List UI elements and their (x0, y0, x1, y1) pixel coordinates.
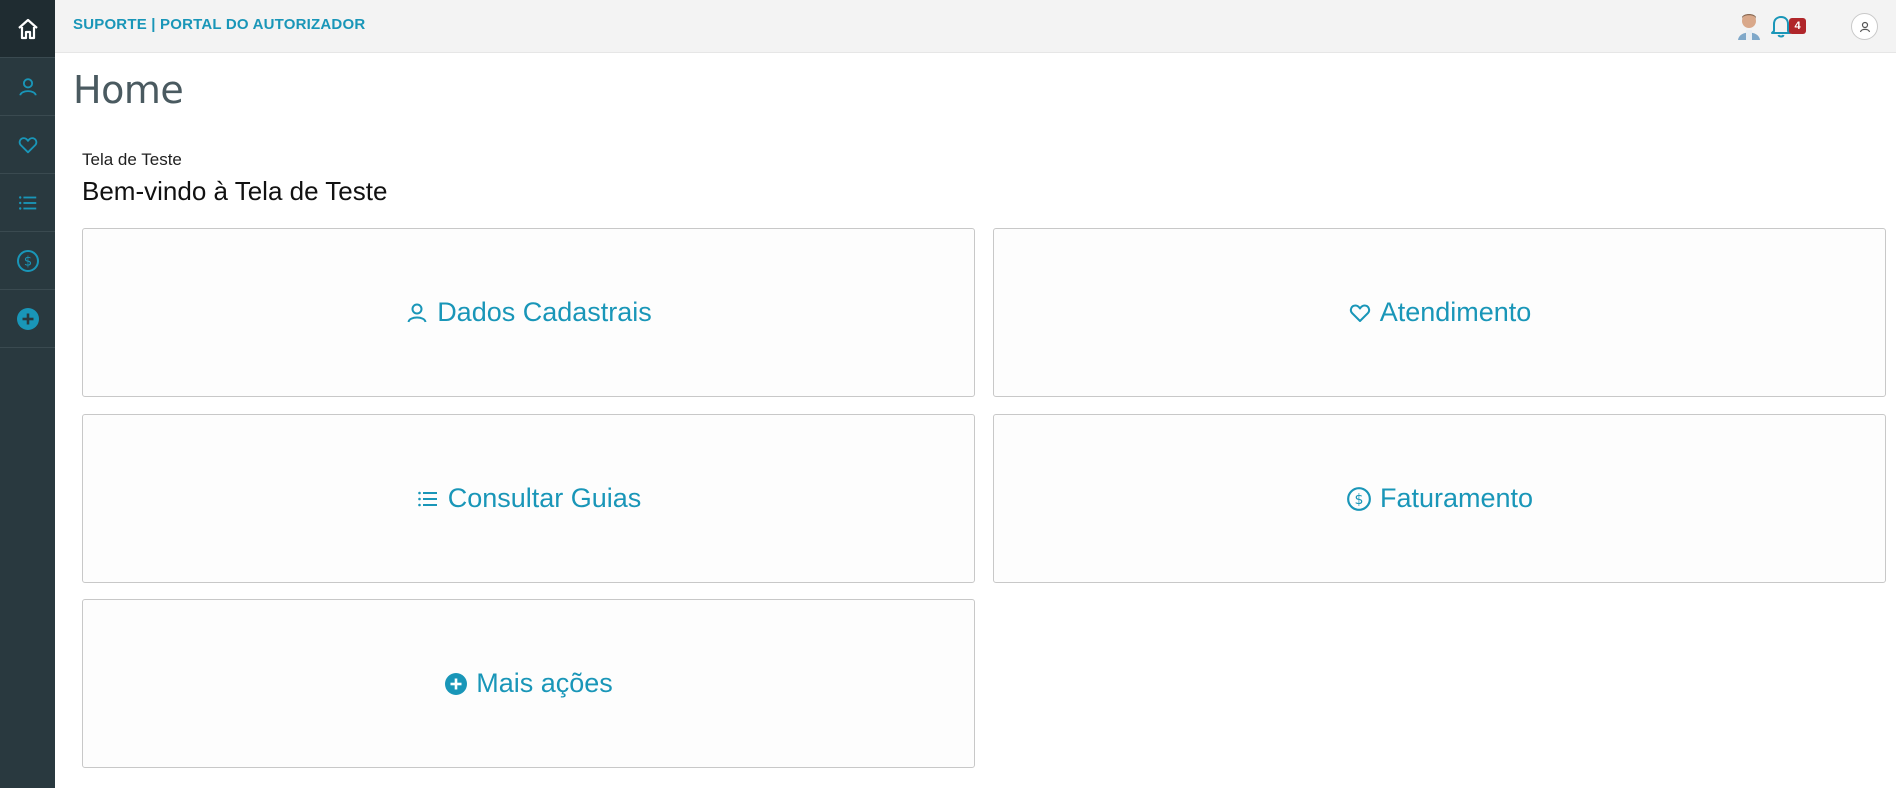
sidebar-item-home[interactable] (0, 0, 55, 58)
card-label: Atendimento (1379, 297, 1532, 327)
card-atendimento[interactable]: Atendimento (993, 228, 1886, 397)
home-icon (17, 18, 38, 39)
dollar-circle-icon: $ (1347, 486, 1371, 511)
svg-text:$: $ (1354, 491, 1363, 507)
user-icon (1859, 21, 1870, 32)
card-consultar-guias[interactable]: Consultar Guias (82, 414, 975, 583)
card-faturamento[interactable]: $ Faturamento (993, 414, 1886, 583)
plus-circle-icon (445, 672, 468, 695)
card-mais-acoes[interactable]: Mais ações (82, 599, 975, 768)
brand-title[interactable]: SUPORTE | PORTAL DO AUTORIZADOR (73, 16, 365, 33)
card-label: Faturamento (1379, 483, 1534, 513)
page-title: Home (73, 68, 184, 112)
sidebar: $ (0, 0, 55, 788)
dollar-circle-icon: $ (16, 249, 39, 272)
card-label: Dados Cadastrais (437, 297, 652, 327)
user-menu-button[interactable] (1851, 13, 1878, 40)
heart-icon (1349, 304, 1370, 322)
user-icon (18, 77, 37, 96)
page-subtitle: Tela de Teste (82, 150, 182, 169)
user-icon (407, 303, 427, 322)
sidebar-item-mais-acoes[interactable] (0, 290, 55, 348)
profile-photo-avatar[interactable] (1736, 12, 1762, 40)
plus-circle-icon (16, 307, 39, 330)
list-icon (18, 195, 36, 210)
card-dados-cadastrais[interactable]: Dados Cadastrais (82, 228, 975, 397)
sidebar-item-faturamento[interactable]: $ (0, 232, 55, 290)
welcome-heading: Bem-vindo à Tela de Teste (82, 176, 388, 206)
sidebar-item-dados-cadastrais[interactable] (0, 58, 55, 116)
list-icon (417, 491, 437, 506)
card-label: Mais ações (476, 668, 613, 698)
notification-count-badge[interactable]: 4 (1789, 18, 1806, 34)
sidebar-item-atendimento[interactable] (0, 116, 55, 174)
svg-text:$: $ (23, 254, 31, 269)
card-label: Consultar Guias (447, 483, 642, 513)
sidebar-item-consultar-guias[interactable] (0, 174, 55, 232)
heart-icon (18, 136, 37, 153)
top-bar: SUPORTE | PORTAL DO AUTORIZADOR 4 (55, 0, 1896, 53)
